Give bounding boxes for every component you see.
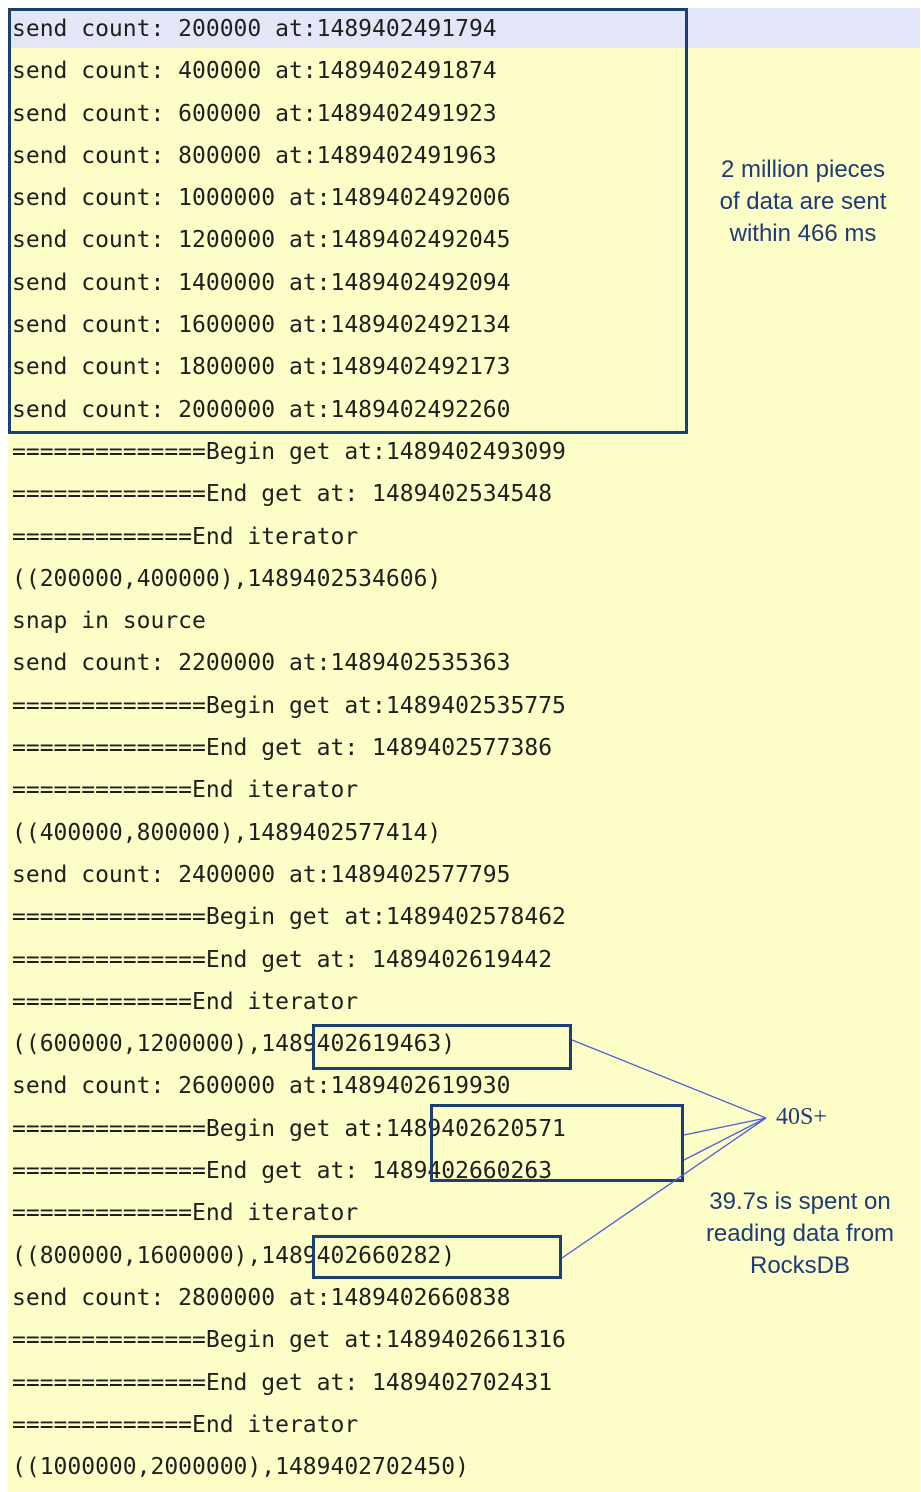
read-summary-note: 39.7s is spent on reading data from Rock… bbox=[705, 1188, 895, 1279]
interval-label: 40S+ bbox=[776, 1104, 827, 1130]
connector-line-3 bbox=[683, 1117, 767, 1161]
send-summary-note: 2 million pieces of data are sent within… bbox=[719, 156, 887, 247]
connector-line-1 bbox=[571, 1039, 767, 1119]
